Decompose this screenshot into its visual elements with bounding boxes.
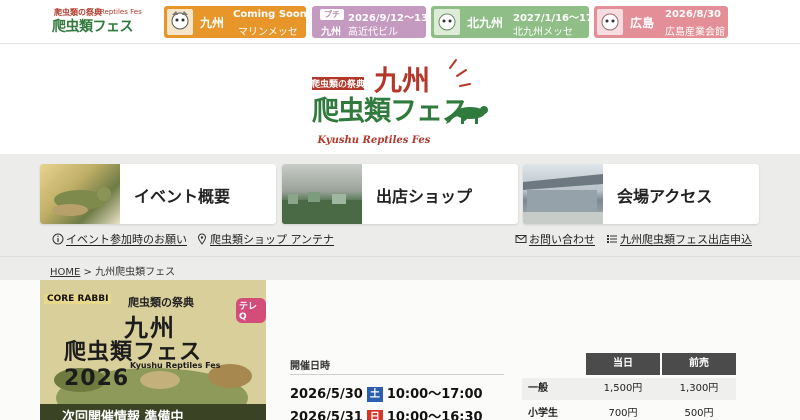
event-poster[interactable]: CORE RABBI テレQ 爬虫類の祭典 九州 爬虫類フェス2026 Kyus… [40,280,266,420]
date-value: 2026/5/30 [290,387,363,402]
poster-subtitle: Kyushu Reptiles Fes [130,361,221,370]
date-row: 2026/5/31 日 10:00〜16:30 [290,406,483,420]
price-advance: 500円 [684,408,714,419]
crowd-photo-icon [282,192,362,224]
event-region: 北九州 [467,16,504,30]
event-thumbnail [167,9,193,35]
venue-building-photo [523,164,603,224]
building-photo-icon [523,174,603,224]
event-date: Coming Soon [233,9,306,20]
event-thumbnail [434,9,460,35]
event-link-puchi-kyushu[interactable]: プチ 九州 2026/9/12〜13 高近代ビル [312,6,426,38]
nav-card-venue-access[interactable]: 会場アクセス [523,164,759,224]
logo-graphic: 爬虫類の祭典 九州 爬虫類フェス Kyushu Reptiles Fes [310,59,488,146]
logo-tagline: 爬虫類の祭典 [310,78,365,90]
poster-tele-badge: テレQ [236,298,266,323]
event-link-hiroshima[interactable]: 広島 2026/8/30 広島産業会館 [594,6,728,38]
character-icon [171,11,189,30]
date-value: 2026/5/31 [290,410,363,420]
time-value: 10:00〜16:30 [386,410,483,420]
sublink-contact[interactable]: お問い合わせ [515,231,595,247]
event-date: 2026/9/12〜13 [348,13,426,24]
sublink-label: 九州爬虫類フェス出店申込 [620,233,752,246]
reptile-photo [40,164,120,224]
price-today: 700円 [608,408,638,419]
dates-divider [290,374,504,375]
price-header-today: 当日 [586,353,660,375]
character-icon [438,13,456,31]
lizard-photo-icon [52,187,111,216]
venue-crowd-photo [282,164,362,224]
mini-logo-title: 爬虫類フェス [52,19,134,35]
main-nav: イベント概要 出店ショップ 会場アクセス イベント参加時のお願い 爬虫類ショップ… [0,154,800,256]
nav-card-label: イベント概要 [134,187,231,206]
event-thumbnail [597,9,623,35]
date-row: 2026/5/30 土 10:00〜17:00 [290,383,483,402]
nav-card-event-overview[interactable]: イベント概要 [40,164,276,224]
map-pin-icon [196,233,208,245]
breadcrumb-separator: > [83,267,92,278]
site-logo[interactable]: 爬虫類の祭典 九州 爬虫類フェス Kyushu Reptiles Fes [310,58,490,148]
logo-title-top: 九州 [374,64,430,97]
price-header-advance: 前売 [662,353,736,375]
event-banner-bar: 爬虫類の祭典 Reptiles Fes 爬虫類フェス 九州 Coming Soo… [0,0,800,44]
dates-heading: 開催日時 [290,361,330,372]
poster-band-text: 次回開催情報 準備中 [62,410,184,420]
info-icon [52,233,64,245]
event-region: 九州 [321,27,341,38]
mail-icon [515,233,527,245]
list-icon [606,233,618,245]
sublink-label: お問い合わせ [529,233,595,246]
day-badge: 土 [366,387,383,402]
mini-logo[interactable]: 爬虫類の祭典 Reptiles Fes 爬虫類フェス [50,7,156,37]
time-value: 10:00〜17:00 [386,387,483,402]
price-today: 1,500円 [603,383,643,394]
price-row-label: 小学生 [528,408,558,419]
event-link-kyushu[interactable]: 九州 Coming Soon マリンメッセ [164,6,306,38]
logo-subtitle: Kyushu Reptiles Fes [317,135,431,146]
sublink-shop-antenna[interactable]: 爬虫類ショップ アンテナ [196,231,334,247]
main-content: CORE RABBI テレQ 爬虫類の祭典 九州 爬虫類フェス2026 Kyus… [0,280,800,420]
event-venue: 広島産業会館 [665,27,725,38]
event-region: 九州 [200,16,225,30]
sublink-label: 爬虫類ショップ アンテナ [210,233,335,246]
character-icon [601,13,619,31]
breadcrumb: HOME > 九州爬虫類フェス [0,256,800,280]
price-advance: 1,300円 [679,383,719,394]
logo-area: 爬虫類の祭典 九州 爬虫類フェス Kyushu Reptiles Fes [0,44,800,154]
breadcrumb-current: 九州爬虫類フェス [95,267,176,278]
puchi-badge: プチ [320,9,344,20]
sublink-participation-notes[interactable]: イベント参加時のお願い [52,231,187,247]
event-venue: マリンメッセ [238,27,298,38]
nav-card-shops[interactable]: 出店ショップ [282,164,518,224]
event-link-kitakyushu[interactable]: 北九州 2027/1/16〜17 北九州メッセ [431,6,589,38]
event-date: 2026/8/30 [665,9,722,20]
event-venue: 高近代ビル [348,27,398,38]
price-row-label: 一般 [528,383,548,394]
event-region: 広島 [630,16,655,30]
sublink-exhibitor-application[interactable]: 九州爬虫類フェス出店申込 [606,231,752,247]
mini-logo-en: Reptiles Fes [100,8,142,16]
day-badge: 日 [366,410,383,420]
event-date: 2027/1/16〜17 [513,13,589,24]
event-venue: 北九州メッセ [513,27,573,38]
logo-title-main: 爬虫類フェス [312,96,468,127]
nav-card-label: 出店ショップ [376,187,473,206]
sublink-label: イベント参加時のお願い [66,233,187,246]
breadcrumb-home-link[interactable]: HOME [50,267,80,278]
poster-corner-label: CORE RABBI [44,294,112,304]
nav-card-label: 会場アクセス [617,187,713,206]
